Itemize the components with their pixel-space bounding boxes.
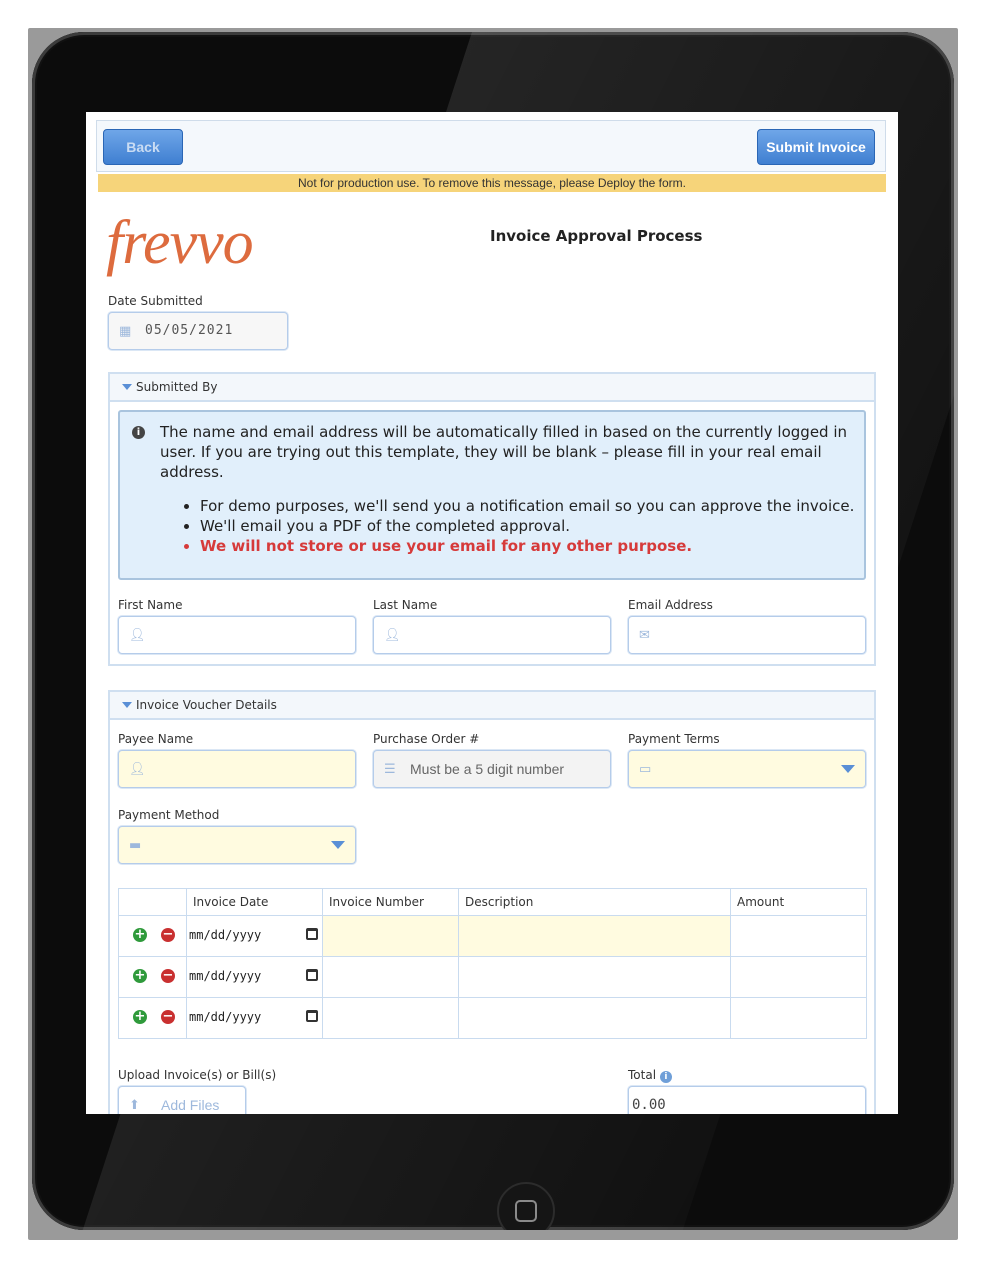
add-files-button[interactable]: ⬆ Add Files xyxy=(118,1086,246,1114)
table-row: + − mm/dd/yyyy xyxy=(118,915,867,957)
add-row-icon[interactable]: + xyxy=(133,969,147,983)
row-actions: + − xyxy=(118,915,187,957)
date-placeholder: mm/dd/yyyy xyxy=(189,969,262,983)
total-label: Total i xyxy=(628,1068,672,1083)
invoice-date-cell[interactable]: mm/dd/yyyy xyxy=(186,997,323,1039)
money-icon: ▭ xyxy=(639,762,652,777)
chevron-down-icon xyxy=(841,765,855,773)
list-icon: ☰ xyxy=(384,762,396,777)
date-submitted-field[interactable]: ▦ 05/05/2021 xyxy=(108,312,288,350)
remove-row-icon[interactable]: − xyxy=(161,1010,175,1024)
invoice-number-cell[interactable] xyxy=(322,915,459,957)
table-header-row: Invoice Date Invoice Number Description … xyxy=(118,888,867,916)
info-icon[interactable]: i xyxy=(659,1071,672,1083)
info-text: The name and email address will be autom… xyxy=(160,423,848,481)
po-placeholder: Must be a 5 digit number xyxy=(410,761,565,777)
info-box: i The name and email address will be aut… xyxy=(118,410,866,580)
upload-icon: ⬆ xyxy=(129,1098,140,1113)
user-icon: 👤︎ xyxy=(129,762,146,777)
table-row: + − mm/dd/yyyy xyxy=(118,997,867,1039)
invoice-date-cell[interactable]: mm/dd/yyyy xyxy=(186,915,323,957)
frevvo-logo: frevvo xyxy=(106,209,254,277)
email-label: Email Address xyxy=(628,598,713,612)
back-button[interactable]: Back xyxy=(103,129,183,165)
method-label: Payment Method xyxy=(118,808,220,822)
collapse-triangle-icon xyxy=(122,702,132,708)
po-label: Purchase Order # xyxy=(373,732,480,746)
table-row: + − mm/dd/yyyy xyxy=(118,956,867,998)
invoice-number-cell[interactable] xyxy=(322,997,459,1039)
info-bullet-warning: We will not store or use your email for … xyxy=(200,536,898,556)
credit-card-icon: ▬ xyxy=(129,838,142,853)
email-field[interactable]: ✉︎ xyxy=(628,616,866,654)
invoice-number-cell[interactable] xyxy=(322,956,459,998)
terms-label: Payment Terms xyxy=(628,732,720,746)
row-actions: + − xyxy=(118,997,187,1039)
deploy-warning-banner: Not for production use. To remove this m… xyxy=(98,174,886,192)
info-bullets: For demo purposes, we'll send you a noti… xyxy=(160,496,898,556)
payment-terms-select[interactable]: ▭ xyxy=(628,750,866,788)
add-files-label: Add Files xyxy=(161,1097,220,1113)
total-value: 0.00 xyxy=(632,1097,666,1113)
date-placeholder: mm/dd/yyyy xyxy=(189,928,262,942)
section-heading: Submitted By xyxy=(136,380,218,394)
calendar-icon[interactable] xyxy=(306,928,318,940)
amount-cell[interactable] xyxy=(730,997,867,1039)
remove-row-icon[interactable]: − xyxy=(161,928,175,942)
add-row-icon[interactable]: + xyxy=(133,1010,147,1024)
description-cell[interactable] xyxy=(458,956,731,998)
payee-field[interactable]: 👤︎ xyxy=(118,750,356,788)
date-submitted-label: Date Submitted xyxy=(108,294,203,308)
first-name-label: First Name xyxy=(118,598,183,612)
remove-row-icon[interactable]: − xyxy=(161,969,175,983)
last-name-label: Last Name xyxy=(373,598,438,612)
calendar-icon[interactable] xyxy=(306,969,318,981)
date-placeholder: mm/dd/yyyy xyxy=(189,1010,262,1024)
user-icon: 👤︎ xyxy=(384,628,401,643)
invoice-table: Invoice Date Invoice Number Description … xyxy=(118,888,867,1039)
page-title: Invoice Approval Process xyxy=(490,227,703,245)
voucher-header[interactable]: Invoice Voucher Details xyxy=(110,692,874,720)
upload-label: Upload Invoice(s) or Bill(s) xyxy=(118,1068,277,1082)
info-bullet: For demo purposes, we'll send you a noti… xyxy=(200,496,898,516)
first-name-field[interactable]: 👤︎ xyxy=(118,616,356,654)
column-header: Description xyxy=(458,888,731,916)
amount-cell[interactable] xyxy=(730,915,867,957)
chevron-down-icon xyxy=(331,841,345,849)
submit-invoice-button[interactable]: Submit Invoice xyxy=(757,129,875,165)
row-actions: + − xyxy=(118,956,187,998)
po-field[interactable]: ☰ Must be a 5 digit number xyxy=(373,750,611,788)
amount-cell[interactable] xyxy=(730,956,867,998)
home-square-icon xyxy=(515,1200,537,1222)
section-heading: Invoice Voucher Details xyxy=(136,698,277,712)
payee-label: Payee Name xyxy=(118,732,194,746)
column-header: Invoice Number xyxy=(322,888,459,916)
date-submitted-value: 05/05/2021 xyxy=(145,323,234,338)
calendar-icon: ▦ xyxy=(119,324,132,339)
actions-header xyxy=(118,888,187,916)
add-row-icon[interactable]: + xyxy=(133,928,147,942)
payment-method-select[interactable]: ▬ xyxy=(118,826,356,864)
column-header: Amount xyxy=(730,888,867,916)
info-icon: i xyxy=(132,426,145,439)
description-cell[interactable] xyxy=(458,915,731,957)
column-header: Invoice Date xyxy=(186,888,323,916)
collapse-triangle-icon xyxy=(122,384,132,390)
invoice-date-cell[interactable]: mm/dd/yyyy xyxy=(186,956,323,998)
total-label-text: Total xyxy=(628,1068,657,1082)
submitted-by-header[interactable]: Submitted By xyxy=(110,374,874,402)
last-name-field[interactable]: 👤︎ xyxy=(373,616,611,654)
envelope-icon: ✉︎ xyxy=(639,628,650,643)
total-field: 0.00 xyxy=(628,1086,866,1114)
user-icon: 👤︎ xyxy=(129,628,146,643)
form-toolbar: Back Submit Invoice xyxy=(96,120,886,172)
info-bullet: We'll email you a PDF of the completed a… xyxy=(200,516,898,536)
calendar-icon[interactable] xyxy=(306,1010,318,1022)
form-screen: Back Submit Invoice Not for production u… xyxy=(86,112,898,1114)
description-cell[interactable] xyxy=(458,997,731,1039)
